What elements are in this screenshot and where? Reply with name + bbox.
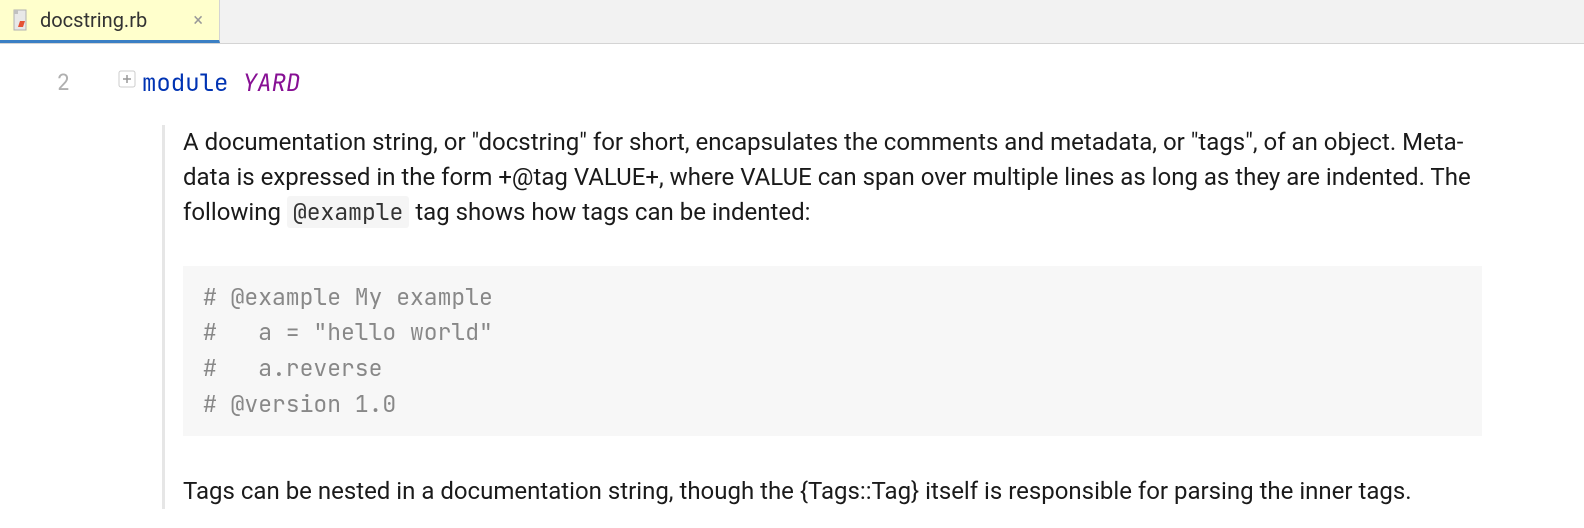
editor-area: 2 module YARD A documentation string, or… [0, 44, 1584, 528]
gutter: 2 [0, 44, 100, 528]
keyword-module: module [142, 68, 228, 99]
code-content[interactable]: module YARD A documentation string, or "… [100, 44, 1584, 528]
module-name: YARD [243, 68, 301, 99]
inline-code-tag: @example [287, 196, 409, 228]
documentation-popup: A documentation string, or "docstring" f… [162, 125, 1482, 509]
tab-filename: docstring.rb [40, 8, 147, 32]
editor-tab[interactable]: docstring.rb × [0, 0, 220, 43]
tab-bar: docstring.rb × [0, 0, 1584, 44]
close-icon[interactable]: × [189, 8, 207, 33]
doc-paragraph-1: A documentation string, or "docstring" f… [183, 125, 1482, 229]
doc-paragraph-2: Tags can be nested in a documentation st… [183, 474, 1482, 509]
line-number: 2 [0, 68, 70, 97]
code-line: module YARD [100, 68, 1584, 99]
doc-code-block: # @example My example # a = "hello world… [183, 266, 1482, 437]
ruby-file-icon [8, 8, 32, 32]
doc-text-part2: tag shows how tags can be indented: [409, 198, 810, 226]
